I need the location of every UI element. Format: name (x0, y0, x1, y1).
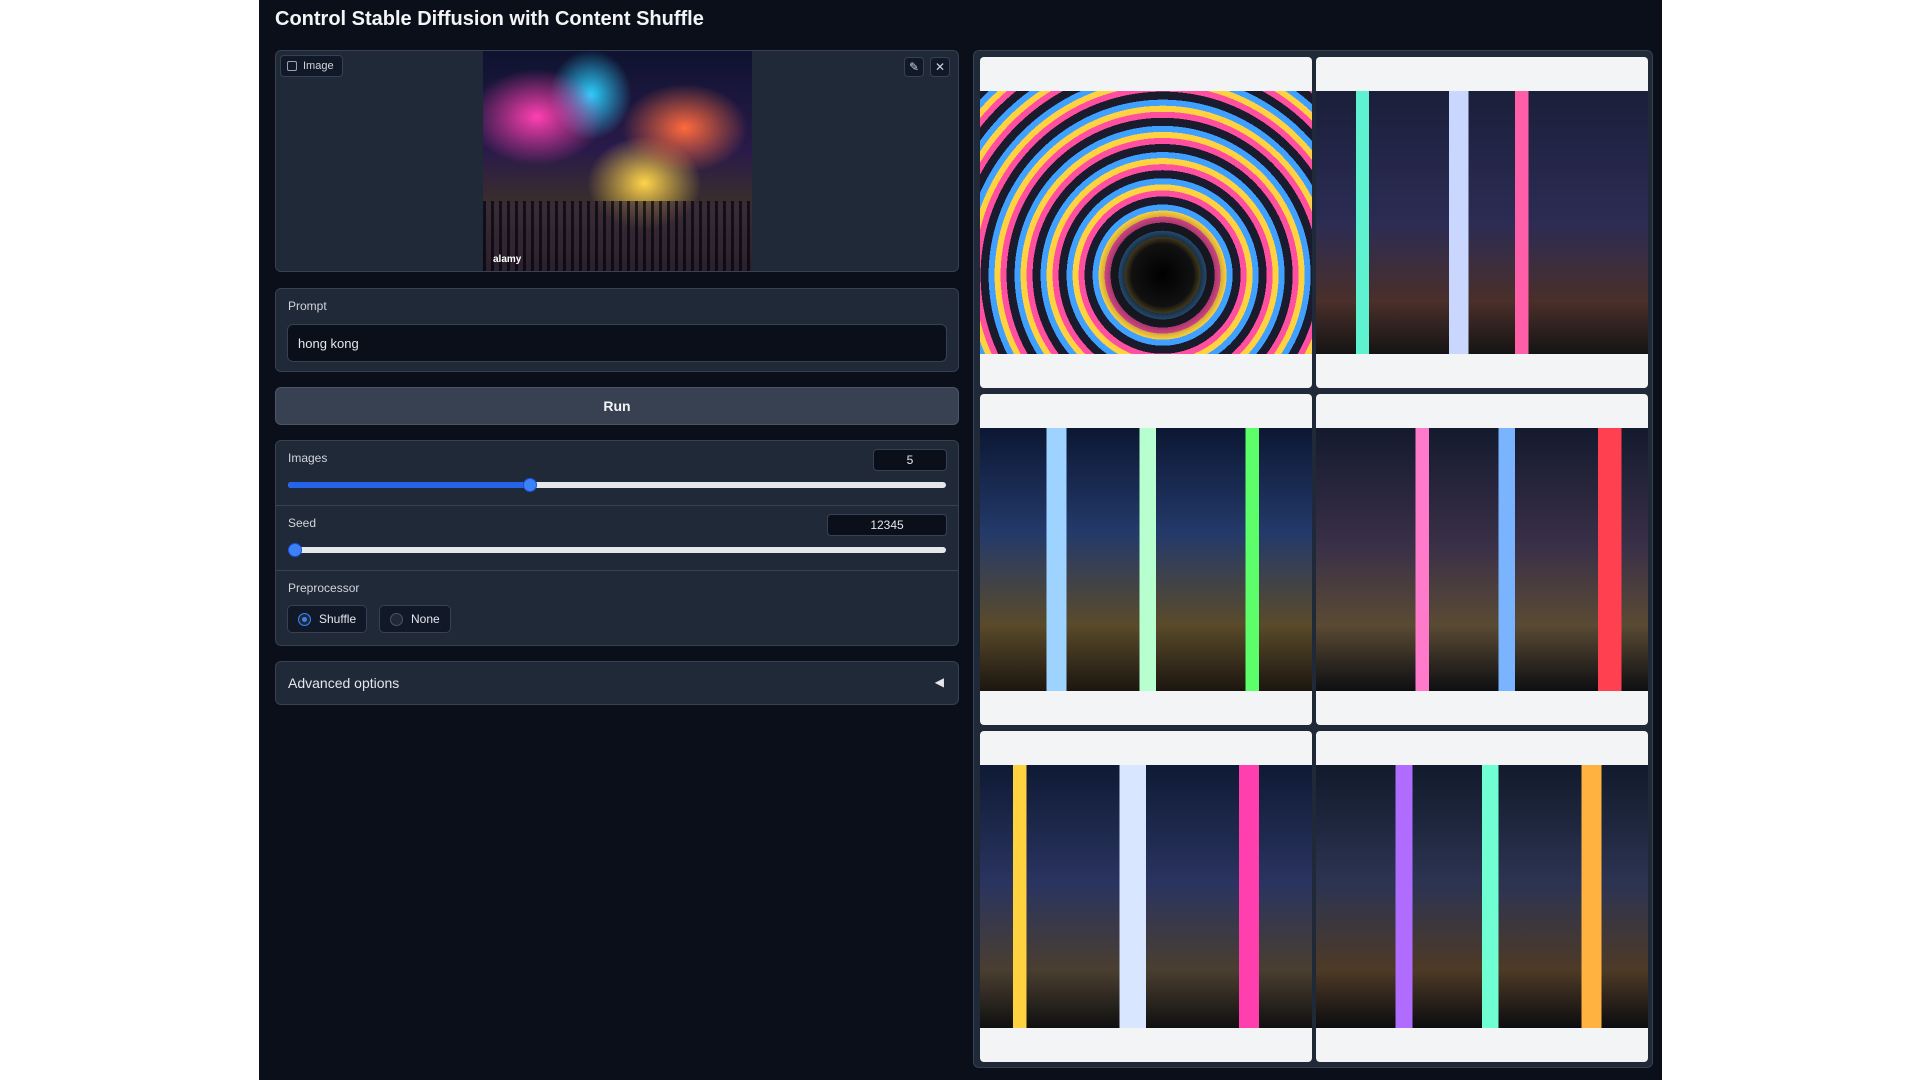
edit-icon[interactable]: ✎ (904, 57, 924, 77)
close-icon[interactable]: ✕ (930, 57, 950, 77)
seed-slider[interactable] (288, 543, 946, 557)
gallery-image (1316, 91, 1648, 354)
radio-shuffle-label: Shuffle (319, 612, 357, 626)
app-window: Control Stable Diffusion with Content Sh… (259, 0, 1662, 1080)
radio-unselected-icon (390, 612, 403, 626)
preview-crowd-decoration (483, 201, 752, 271)
image-label-badge: Image (280, 55, 343, 77)
gallery-image (980, 91, 1312, 354)
preview-watermark: alamy (493, 254, 522, 265)
seed-label: Seed (288, 516, 317, 530)
prompt-panel: Prompt (275, 288, 959, 372)
images-label: Images (288, 451, 328, 465)
gallery-item[interactable] (980, 731, 1312, 1062)
seed-slider-thumb[interactable] (288, 543, 302, 557)
output-gallery (973, 50, 1653, 1068)
run-button[interactable]: Run (275, 387, 959, 425)
prompt-label: Prompt (288, 299, 327, 313)
settings-panel: Images 5 Seed 12345 Preprocessor Shuffle (275, 440, 959, 646)
radio-shuffle[interactable]: Shuffle (287, 605, 368, 633)
gallery-item[interactable] (1316, 57, 1648, 388)
divider (276, 505, 958, 506)
caret-left-icon: ◀ (934, 675, 944, 689)
image-input-panel[interactable]: Image alamy ✎ ✕ (275, 50, 959, 272)
preprocessor-label: Preprocessor (288, 581, 360, 595)
gallery-image (980, 428, 1312, 691)
images-number-input[interactable]: 5 (873, 449, 947, 471)
input-image-preview[interactable]: alamy (483, 51, 752, 271)
image-icon (287, 61, 297, 71)
gallery-item[interactable] (1316, 394, 1648, 725)
radio-none-label: None (411, 612, 440, 626)
gallery-image (1316, 428, 1648, 691)
images-slider-thumb[interactable] (523, 478, 538, 492)
gallery-image (1316, 765, 1648, 1028)
gallery-image (980, 765, 1312, 1028)
seed-number-input[interactable]: 12345 (827, 514, 947, 536)
image-label: Image (303, 60, 334, 72)
radio-selected-icon (298, 612, 311, 626)
images-slider[interactable] (288, 478, 946, 492)
image-tools: ✎ ✕ (904, 57, 950, 77)
prompt-input[interactable] (287, 324, 947, 362)
divider (276, 570, 958, 571)
gallery-item[interactable] (1316, 731, 1648, 1062)
advanced-options-label: Advanced options (288, 675, 400, 691)
gallery-item[interactable] (980, 57, 1312, 388)
gallery-item[interactable] (980, 394, 1312, 725)
images-slider-fill (288, 482, 531, 488)
page-title: Control Stable Diffusion with Content Sh… (275, 8, 704, 30)
advanced-options-accordion[interactable]: Advanced options ◀ (275, 661, 959, 705)
radio-none[interactable]: None (379, 605, 451, 633)
